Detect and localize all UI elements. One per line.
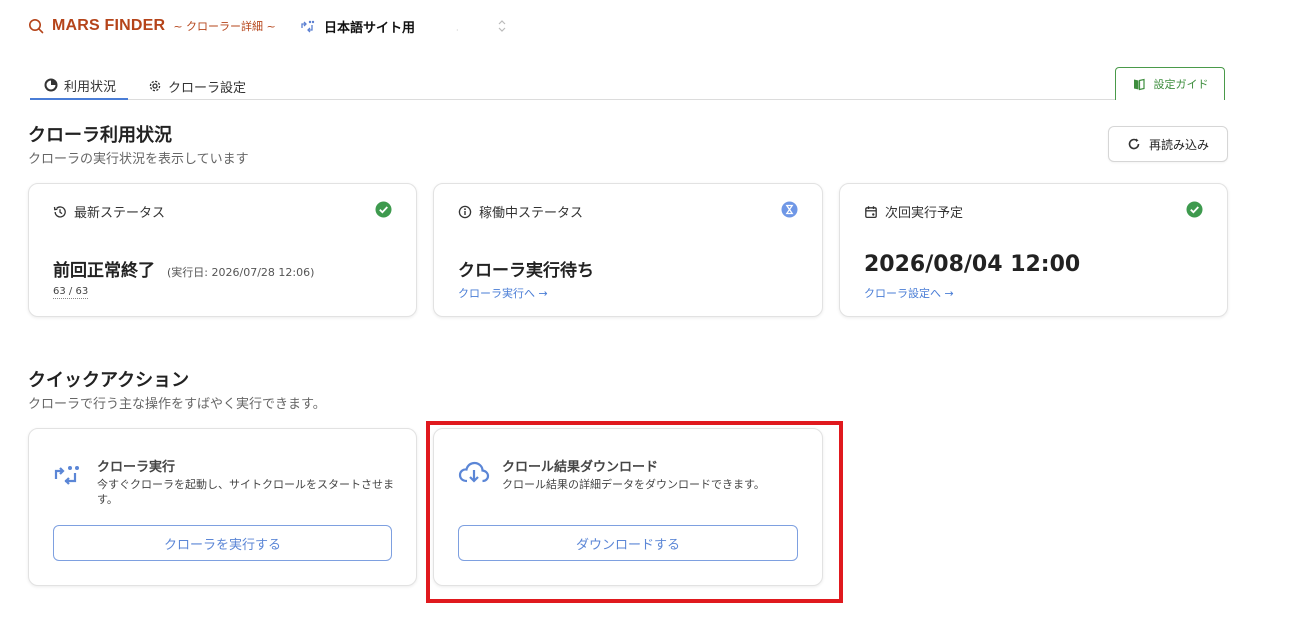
next-run-value: 2026/08/04 12:00 <box>864 252 1081 277</box>
latest-status-heading: 最新ステータス <box>53 202 165 221</box>
check-circle-icon <box>375 201 392 218</box>
brand-name: MARS FINDER <box>52 17 166 34</box>
chevron-updown-icon[interactable] <box>496 16 508 36</box>
latest-exec-date: (実行日: 2026/07/28 12:06) <box>167 266 315 279</box>
page-subtitle: ~ クローラー詳細 ~ <box>173 20 276 33</box>
crawler-icon <box>300 18 316 34</box>
download-button[interactable]: ダウンロードする <box>458 525 798 561</box>
settings-guide-button[interactable]: 設定ガイド <box>1115 67 1225 100</box>
book-icon <box>1132 77 1146 91</box>
running-status-value: クローラ実行待ち <box>458 261 594 281</box>
info-icon <box>458 205 472 219</box>
gear-icon <box>148 79 162 93</box>
crawl-download-description: クロール結果の詳細データをダウンロードできます。 <box>502 478 765 491</box>
crawler-run-title: クローラ実行 <box>97 460 176 475</box>
running-status-card: 稼働中ステータス クローラ実行待ち クローラ実行へ → <box>433 183 823 317</box>
settings-guide-label: 設定ガイド <box>1153 78 1209 91</box>
quick-actions-title: クイックアクション <box>28 370 190 391</box>
crawl-download-title: クロール結果ダウンロード <box>502 460 659 475</box>
crawler-run-card: クローラ実行 今すぐクローラを起動し、サイトクロールをスタートさせます。 クロー… <box>28 428 417 586</box>
go-to-crawler-run-link[interactable]: クローラ実行へ → <box>458 285 548 301</box>
tab-usage[interactable]: 利用状況 <box>30 72 129 100</box>
site-selector[interactable]: 日本語サイト用 <box>300 14 415 38</box>
latest-status-heading-label: 最新ステータス <box>74 206 166 221</box>
site-selector-dot: · <box>456 26 459 35</box>
refresh-icon <box>1127 137 1141 151</box>
go-to-crawler-settings-link[interactable]: クローラ設定へ → <box>864 285 954 301</box>
hourglass-icon <box>781 201 798 218</box>
run-crawler-button[interactable]: クローラを実行する <box>53 525 392 561</box>
tab-settings-label: クローラ設定 <box>168 80 247 96</box>
check-circle-icon <box>1186 201 1203 218</box>
reload-label: 再読み込み <box>1148 137 1209 152</box>
crawl-download-card: クロール結果ダウンロード クロール結果の詳細データをダウンロードできます。 ダウ… <box>433 428 823 586</box>
reload-button[interactable]: 再読み込み <box>1108 126 1228 162</box>
crawl-count: 63 / 63 <box>53 286 89 299</box>
latest-status-text: 前回正常終了 <box>53 261 155 281</box>
crawler-run-icon <box>53 459 85 487</box>
pie-chart-icon <box>44 78 58 92</box>
search-icon <box>28 18 44 34</box>
tab-usage-label: 利用状況 <box>64 79 117 95</box>
tab-crawler-settings[interactable]: クローラ設定 <box>148 72 246 100</box>
running-status-heading: 稼働中ステータス <box>458 202 583 221</box>
latest-status-card: 最新ステータス 前回正常終了 (実行日: 2026/07/28 12:06) 63… <box>28 183 417 317</box>
calendar-icon <box>864 205 878 219</box>
cloud-download-icon <box>458 459 490 487</box>
site-name: 日本語サイト用 <box>324 20 416 36</box>
usage-section-title: クローラ利用状況 <box>28 125 172 146</box>
history-icon <box>53 205 67 219</box>
usage-section-subtitle: クローラの実行状況を表示しています <box>28 152 249 167</box>
next-run-heading: 次回実行予定 <box>864 202 963 221</box>
quick-actions-subtitle: クローラで行う主な操作をすばやく実行できます。 <box>28 397 326 412</box>
running-status-heading-label: 稼働中ステータス <box>479 206 584 221</box>
next-run-heading-label: 次回実行予定 <box>885 206 964 221</box>
next-run-card: 次回実行予定 2026/08/04 12:00 クローラ設定へ → <box>839 183 1228 317</box>
tab-bar: 利用状況 クローラ設定 <box>30 72 1225 100</box>
latest-status-value: 前回正常終了 (実行日: 2026/07/28 12:06) <box>53 256 314 281</box>
app-header: MARS FINDER ~ クローラー詳細 ~ <box>28 14 276 38</box>
crawler-run-description: 今すぐクローラを起動し、サイトクロールをスタートさせます。 <box>97 478 394 506</box>
